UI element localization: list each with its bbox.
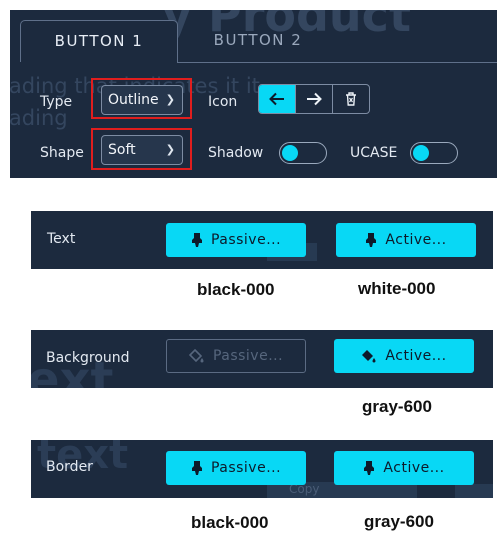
text-active-caption: white-000 bbox=[358, 279, 436, 298]
marker-icon bbox=[363, 461, 375, 475]
button-settings-panel: y Product eading that indicates it it ..… bbox=[10, 10, 497, 178]
passive-button-label: Passive... bbox=[210, 460, 282, 476]
trash-icon[interactable] bbox=[332, 85, 369, 113]
row-label-border: Border bbox=[46, 459, 93, 475]
marker-icon bbox=[365, 233, 377, 247]
active-button[interactable]: Active... bbox=[336, 223, 476, 257]
tab-button-1[interactable]: BUTTON 1 bbox=[20, 20, 178, 62]
row-label-text: Text bbox=[47, 231, 76, 247]
active-button-label: Active... bbox=[383, 460, 445, 476]
tabs-divider bbox=[177, 62, 497, 63]
active-button[interactable]: Active... bbox=[334, 339, 474, 373]
highlight-box bbox=[91, 78, 192, 119]
icon-label: Icon bbox=[208, 94, 238, 110]
shape-label: Shape bbox=[40, 145, 84, 161]
background-fragment bbox=[455, 484, 493, 498]
active-button-label: Active... bbox=[385, 348, 447, 364]
border-passive-caption: black-000 bbox=[191, 513, 269, 532]
shadow-label: Shadow bbox=[208, 145, 264, 161]
passive-button[interactable]: Passive... bbox=[166, 451, 306, 485]
arrow-right-icon[interactable] bbox=[295, 85, 332, 113]
ucase-toggle[interactable] bbox=[410, 142, 458, 164]
ucase-label: UCASE bbox=[350, 145, 398, 161]
tab-button-2[interactable]: BUTTON 2 bbox=[188, 20, 328, 62]
type-label: Type bbox=[40, 94, 73, 110]
text-passive-caption: black-000 bbox=[197, 280, 275, 299]
shadow-toggle[interactable] bbox=[279, 142, 327, 164]
row-label-background: Background bbox=[46, 350, 130, 366]
active-button[interactable]: Active... bbox=[334, 451, 474, 485]
highlight-box bbox=[91, 128, 192, 170]
border-color-row: text Copy Border Passive... Active... bbox=[31, 440, 493, 498]
passive-button[interactable]: Passive... bbox=[166, 339, 306, 373]
paint-bucket-icon bbox=[188, 349, 205, 363]
background-active-caption: gray-600 bbox=[362, 397, 432, 416]
toggle-knob bbox=[282, 145, 298, 161]
background-color-row: ext Background Passive... Active... bbox=[31, 330, 493, 388]
passive-button[interactable]: Passive... bbox=[166, 223, 306, 257]
active-button-label: Active... bbox=[385, 232, 447, 248]
icon-selector bbox=[258, 84, 370, 114]
paint-bucket-icon bbox=[361, 349, 377, 363]
background-fragment bbox=[337, 484, 417, 498]
arrow-left-icon[interactable] bbox=[259, 85, 295, 113]
toggle-knob bbox=[413, 145, 429, 161]
passive-button-label: Passive... bbox=[212, 348, 284, 364]
marker-icon bbox=[191, 233, 203, 247]
marker-icon bbox=[191, 461, 203, 475]
text-color-row: Text Passive... Active... bbox=[31, 211, 493, 269]
passive-button-label: Passive... bbox=[210, 232, 282, 248]
border-active-caption: gray-600 bbox=[364, 512, 434, 531]
